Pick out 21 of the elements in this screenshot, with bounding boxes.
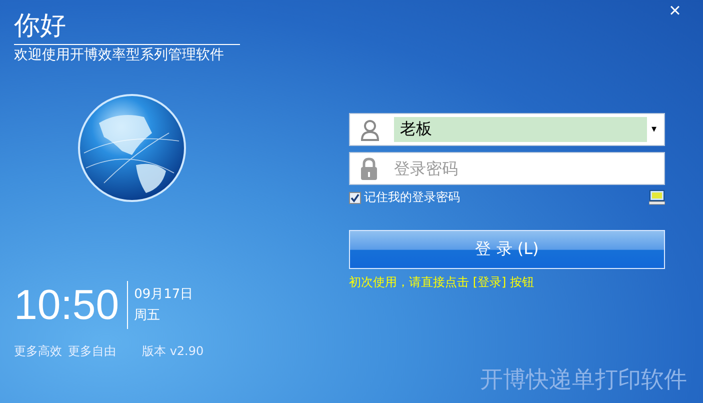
dropdown-button[interactable]: ▾ [647, 117, 661, 142]
hint-text: 初次使用，请直接点击 [登录] 按钮 [349, 274, 535, 291]
product-name: 开博快递单打印软件 [480, 366, 687, 395]
clock-time: 10:50 [14, 281, 128, 329]
username-value: 老板 [400, 119, 432, 140]
greeting-title: 你好 [14, 10, 67, 42]
remember-checkbox[interactable] [349, 192, 361, 204]
clock-date: 09月17日 [134, 286, 194, 304]
version-text: 版本 v2.90 [142, 343, 204, 360]
welcome-subtitle: 欢迎使用开博效率型系列管理软件 [14, 44, 240, 65]
slogan-text: 更多自由 [68, 343, 116, 360]
remember-label: 记住我的登录密码 [364, 189, 460, 206]
padlock-icon [360, 156, 378, 180]
password-input[interactable]: 登录密码 [392, 158, 664, 179]
close-button[interactable]: × [655, 0, 695, 22]
person-icon [360, 118, 380, 140]
slogan-text: 更多高效 [14, 343, 62, 360]
password-field[interactable]: 登录密码 [349, 152, 665, 185]
monitor-icon[interactable] [649, 190, 665, 205]
username-field[interactable]: 老板 ▾ [349, 113, 665, 146]
clock-weekday: 周五 [134, 307, 162, 325]
